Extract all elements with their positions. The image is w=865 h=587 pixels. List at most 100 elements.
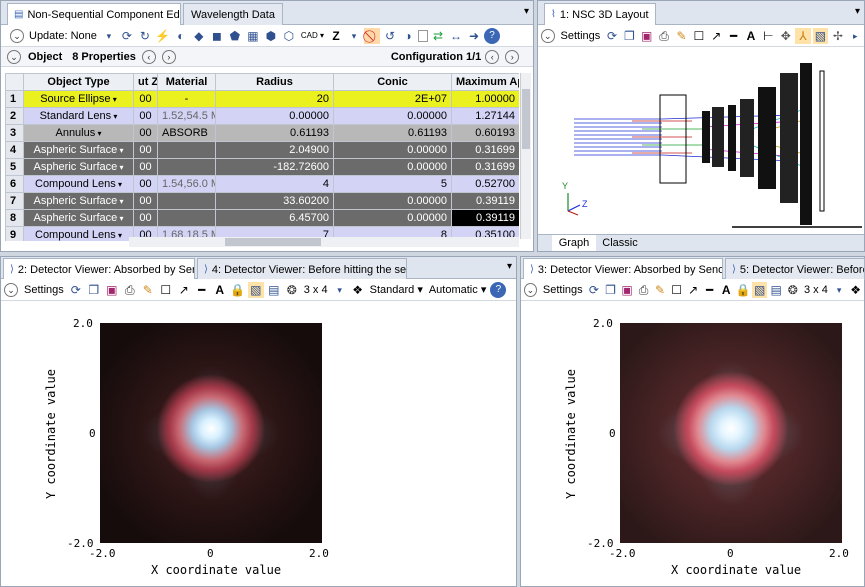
dropdown-icon[interactable]: ▾ bbox=[111, 112, 117, 121]
material-cell[interactable]: 1.54,56.0 M bbox=[157, 175, 216, 193]
more-icon[interactable]: ▸ bbox=[848, 28, 863, 44]
dropdown-icon[interactable]: ▾ bbox=[332, 282, 348, 298]
material-cell[interactable] bbox=[157, 209, 216, 227]
object-icon[interactable]: ◆ bbox=[191, 28, 207, 44]
refresh-icon[interactable]: ⟳ bbox=[68, 282, 84, 298]
copy-icon[interactable]: ❐ bbox=[603, 282, 618, 298]
cad-dropdown[interactable]: CAD ▾ bbox=[301, 31, 324, 40]
scrollbar-thumb[interactable] bbox=[225, 238, 321, 246]
column-header[interactable]: Conic bbox=[333, 73, 452, 91]
radius-cell[interactable]: 33.60200 bbox=[215, 192, 334, 210]
pencil-icon[interactable]: ✎ bbox=[674, 28, 689, 44]
close-icon[interactable]: ✕ bbox=[655, 9, 656, 20]
conic-cell[interactable]: 0.00000 bbox=[333, 141, 452, 159]
scrollbar-thumb[interactable] bbox=[522, 89, 530, 149]
z-position-cell[interactable]: 00 bbox=[133, 124, 158, 142]
radius-cell[interactable]: 0.61193 bbox=[215, 124, 334, 142]
swap-icon[interactable]: ⇄ bbox=[430, 28, 446, 44]
prev-icon[interactable]: ‹ bbox=[141, 49, 156, 64]
dropdown-icon[interactable]: ▾ bbox=[832, 282, 847, 298]
conic-cell[interactable]: 0.00000 bbox=[333, 192, 452, 210]
arrows-icon[interactable]: ↔ bbox=[448, 28, 464, 44]
save-icon[interactable]: ▣ bbox=[620, 282, 635, 298]
tab-nsc-editor[interactable]: ▤ Non-Sequential Component Editor ✕ bbox=[7, 3, 181, 25]
window-icon[interactable]: ▤ bbox=[266, 282, 282, 298]
window-icon[interactable]: ▤ bbox=[769, 282, 784, 298]
table-row[interactable]: 5 Aspheric Surface ▾ 00 -182.72600 0.00000 0.… bbox=[5, 158, 519, 176]
grid-icon[interactable]: ▦ bbox=[245, 28, 261, 44]
help-icon[interactable]: ? bbox=[490, 281, 507, 298]
standard-dropdown[interactable]: Standard ▾ bbox=[370, 283, 423, 296]
dropdown-icon[interactable]: ▾ bbox=[101, 28, 117, 44]
column-header[interactable]: Radius bbox=[215, 73, 334, 91]
max-aperture-cell[interactable]: 1.00000 bbox=[451, 90, 519, 108]
no-symbol-icon[interactable]: ⃠ bbox=[364, 27, 381, 44]
layers-icon[interactable]: ❂ bbox=[785, 282, 800, 298]
dropdown-icon[interactable]: ▾ bbox=[117, 163, 123, 172]
collapse-icon[interactable]: ⌄ bbox=[4, 282, 18, 297]
object-type-cell[interactable]: Compound Lens ▾ bbox=[23, 226, 134, 241]
max-aperture-cell[interactable]: 0.60193 bbox=[451, 124, 519, 142]
tab-classic[interactable]: Classic bbox=[598, 235, 642, 251]
copy-icon[interactable]: ❐ bbox=[86, 282, 102, 298]
lock-icon[interactable]: 🔒 bbox=[735, 282, 750, 298]
help-icon[interactable]: ? bbox=[484, 27, 501, 44]
z-position-cell[interactable]: 00 bbox=[133, 141, 158, 159]
next-config-icon[interactable]: › bbox=[505, 49, 520, 64]
refresh-icon[interactable]: ⟳ bbox=[587, 282, 602, 298]
conic-cell[interactable]: 5 bbox=[333, 175, 452, 193]
object-type-cell[interactable]: Compound Lens ▾ bbox=[23, 175, 134, 193]
conic-cell[interactable]: 0.00000 bbox=[333, 209, 452, 227]
object-type-cell[interactable]: Annulus ▾ bbox=[23, 124, 134, 142]
options-icon[interactable]: ❖ bbox=[848, 282, 863, 298]
text-icon[interactable]: A bbox=[743, 28, 758, 44]
solid-icon[interactable]: ⬟ bbox=[227, 28, 243, 44]
object-type-cell[interactable]: Aspheric Surface ▾ bbox=[23, 192, 134, 210]
toggle-icon[interactable]: ◑ bbox=[400, 28, 416, 44]
material-cell[interactable]: - bbox=[157, 90, 216, 108]
material-cell[interactable]: 1.52,54.5 M bbox=[157, 107, 216, 125]
object-type-cell[interactable]: Standard Lens ▾ bbox=[23, 107, 134, 125]
print-icon[interactable]: ⎙ bbox=[636, 282, 651, 298]
grid-dropdown[interactable]: 3 x 4 bbox=[304, 284, 328, 296]
object-type-cell[interactable]: Aspheric Surface ▾ bbox=[23, 209, 134, 227]
z-position-cell[interactable]: 00 bbox=[133, 90, 158, 108]
conic-cell[interactable]: 0.00000 bbox=[333, 158, 452, 176]
text-icon[interactable]: A bbox=[212, 282, 228, 298]
table-row[interactable]: 7 Aspheric Surface ▾ 00 33.60200 0.00000 0.39… bbox=[5, 192, 519, 210]
refresh-icon[interactable]: ⟳ bbox=[119, 28, 135, 44]
update-all-icon[interactable]: ↻ bbox=[137, 28, 153, 44]
tab-3d-layout[interactable]: ⌇ 1: NSC 3D Layout ✕ bbox=[544, 3, 656, 25]
text-icon[interactable]: A bbox=[719, 282, 734, 298]
rectangle-icon[interactable]: ☐ bbox=[691, 28, 706, 44]
dropdown-icon[interactable]: ▾ bbox=[117, 214, 123, 223]
radius-cell[interactable]: 4 bbox=[215, 175, 334, 193]
max-aperture-cell[interactable]: 0.52700 bbox=[451, 175, 519, 193]
tab-detector-5[interactable]: ⟩ 5: Detector Viewer: Before hitting bbox=[725, 258, 865, 280]
horizontal-scrollbar[interactable] bbox=[129, 237, 519, 247]
z-icon[interactable]: Z bbox=[328, 28, 344, 44]
line-icon[interactable]: ━ bbox=[702, 282, 717, 298]
refresh-icon[interactable]: ⟳ bbox=[604, 28, 619, 44]
cube-icon[interactable]: ◼ bbox=[209, 28, 225, 44]
material-cell[interactable] bbox=[157, 141, 216, 159]
z-position-cell[interactable]: 00 bbox=[133, 107, 158, 125]
copy-icon[interactable]: ❐ bbox=[622, 28, 637, 44]
prev-config-icon[interactable]: ‹ bbox=[485, 49, 500, 64]
grid-dropdown[interactable]: 3 x 4 bbox=[804, 284, 828, 296]
collapse-icon[interactable]: ⌄ bbox=[524, 282, 537, 297]
conic-cell[interactable]: 0.00000 bbox=[333, 107, 452, 125]
table-row[interactable]: 6 Compound Lens ▾ 00 1.54,56.0 M 4 5 0.52700 bbox=[5, 175, 519, 193]
max-aperture-cell[interactable]: 1.27144 bbox=[451, 107, 519, 125]
layers-icon[interactable]: ❂ bbox=[284, 282, 300, 298]
fit-icon[interactable]: ▧ bbox=[752, 281, 767, 298]
tab-detector-4[interactable]: ⟩ 4: Detector Viewer: Before hitting the… bbox=[197, 258, 407, 280]
rectangle-icon[interactable]: ☐ bbox=[669, 282, 684, 298]
object-type-cell[interactable]: Source Ellipse ▾ bbox=[23, 90, 134, 108]
radius-cell[interactable]: -182.72600 bbox=[215, 158, 334, 176]
blank-icon[interactable] bbox=[418, 29, 429, 42]
panel-menu-icon[interactable]: ▾ bbox=[507, 261, 512, 272]
pan-icon[interactable]: ✢ bbox=[830, 28, 845, 44]
undo-icon[interactable]: ↺ bbox=[382, 28, 398, 44]
save-icon[interactable]: ▣ bbox=[104, 282, 120, 298]
